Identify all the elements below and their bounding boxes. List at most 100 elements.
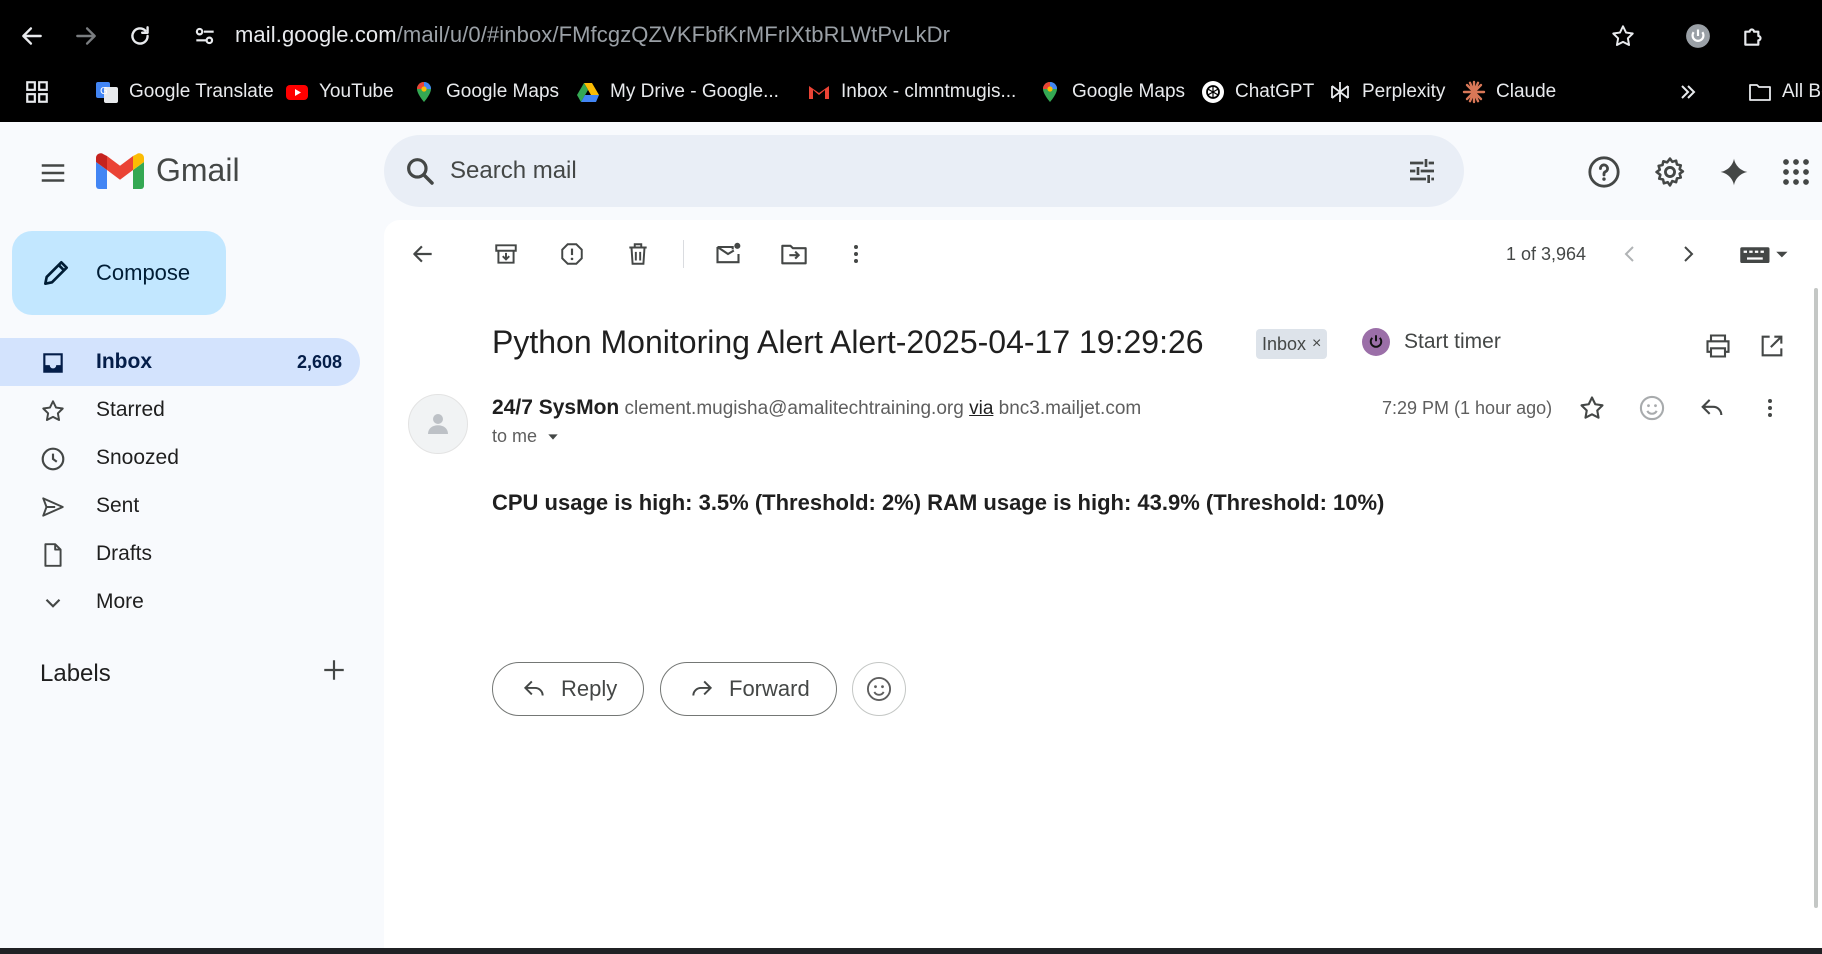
dropdown-caret-icon (548, 433, 558, 440)
bookmark-label: All Bo (1782, 81, 1822, 102)
pencil-icon (44, 261, 68, 285)
sidebar-item-snoozed[interactable]: Snoozed (0, 434, 360, 482)
bookmark-youtube[interactable]: YouTube (285, 72, 394, 112)
bookmark-google-maps-2[interactable]: Google Maps (1038, 72, 1185, 112)
open-new-window-icon[interactable] (1752, 326, 1792, 366)
move-to-icon[interactable] (774, 234, 814, 274)
recipient-text: to me (492, 426, 538, 446)
bookmark-google-translate[interactable]: G Google Translate (95, 72, 274, 112)
back-icon[interactable] (12, 16, 52, 56)
message-counter: 1 of 3,964 (1506, 244, 1587, 264)
recipient-details[interactable]: to me (492, 426, 561, 447)
extensions-icon[interactable] (1734, 16, 1774, 56)
sender-name: 24/7 SysMon (492, 396, 620, 419)
gmail-logo-icon (96, 152, 144, 189)
archive-icon[interactable] (486, 234, 526, 274)
delete-icon[interactable] (618, 234, 658, 274)
profile-icon[interactable] (1678, 16, 1718, 56)
pane-scrollbar[interactable] (1814, 288, 1818, 908)
remove-label-icon[interactable]: × (1312, 335, 1321, 353)
sidebar-item-more[interactable]: More (0, 578, 360, 626)
input-tools-keyboard-icon[interactable] (1730, 234, 1800, 274)
email-body: CPU usage is high: 3.5% (Threshold: 2%) … (492, 490, 1385, 515)
bookmark-label: My Drive - Google... (610, 81, 779, 102)
start-timer-label: Start timer (1404, 330, 1501, 353)
sidebar-item-label: Starred (96, 398, 165, 421)
mark-unread-icon[interactable] (708, 234, 748, 274)
sidebar-item-inbox[interactable]: Inbox 2,608 (0, 338, 360, 386)
reply-icon[interactable] (1692, 388, 1732, 428)
more-options-icon[interactable] (836, 234, 876, 274)
claude-icon (1462, 80, 1486, 104)
reload-icon[interactable] (120, 16, 160, 56)
apps-grid-icon[interactable] (24, 72, 50, 112)
forward-button[interactable]: Forward (660, 662, 837, 716)
forward-nav-icon[interactable] (66, 16, 106, 56)
emoji-reaction-button[interactable] (852, 662, 906, 716)
clock-icon (40, 446, 66, 472)
bookmark-label: Google Maps (1072, 81, 1186, 102)
newer-chevron-left-icon[interactable] (1610, 234, 1650, 274)
site-settings-icon[interactable] (185, 16, 225, 56)
sidebar-item-label: Drafts (96, 542, 153, 565)
bookmarks-overflow-icon[interactable] (1676, 72, 1700, 112)
google-apps-icon[interactable] (1774, 150, 1818, 194)
sidebar-item-label: More (96, 590, 144, 613)
gmail-icon (807, 80, 831, 104)
report-spam-icon[interactable] (552, 234, 592, 274)
bookmark-google-maps[interactable]: Google Maps (412, 72, 559, 112)
bookmark-inbox[interactable]: Inbox - clmntmugis... (807, 72, 1016, 112)
gmail-logo[interactable]: Gmail (96, 152, 240, 189)
start-timer-button[interactable]: Start timer (1362, 328, 1501, 356)
help-icon[interactable] (1582, 150, 1626, 194)
smiley-icon (866, 676, 892, 702)
bookmark-chatgpt[interactable]: ChatGPT (1201, 72, 1314, 112)
message-pane: 1 of 3,964 Python Monitoring Alert Alert… (384, 220, 1822, 948)
forward-arrow-icon (692, 680, 713, 696)
sender-line: 24/7 SysMon clement.mugisha@amalitechtra… (492, 396, 1141, 420)
sidebar-item-drafts[interactable]: Drafts (0, 530, 360, 578)
sidebar-item-label: Snoozed (96, 446, 179, 469)
label-chip-text: Inbox (1262, 333, 1307, 354)
search-input[interactable] (450, 135, 1350, 207)
sidebar-item-label: Sent (96, 494, 140, 517)
all-bookmarks-folder[interactable]: All Bo (1748, 72, 1822, 112)
bookmark-label: Google Maps (446, 81, 560, 102)
star-message-icon[interactable] (1572, 388, 1612, 428)
add-label-icon[interactable] (316, 652, 352, 688)
reply-button[interactable]: Reply (492, 662, 645, 716)
address-bar[interactable]: mail.google.com/mail/u/0/#inbox/FMfcgzQZ… (235, 22, 950, 48)
url-path: /mail/u/0/#inbox/FMfcgzQZVKFbfKrMFrlXtbR… (396, 22, 951, 47)
bookmark-my-drive[interactable]: My Drive - Google... (576, 72, 779, 112)
back-to-inbox-icon[interactable] (403, 234, 443, 274)
google-drive-icon (576, 80, 600, 104)
search-options-icon[interactable] (1406, 155, 1438, 187)
search-bar[interactable] (384, 135, 1464, 207)
gemini-sparkle-icon[interactable] (1712, 150, 1756, 194)
older-chevron-right-icon[interactable] (1668, 234, 1708, 274)
add-reaction-icon[interactable] (1632, 388, 1672, 428)
via-link[interactable]: via (969, 398, 993, 419)
sidebar-item-starred[interactable]: Starred (0, 386, 360, 434)
main-menu-icon[interactable] (30, 150, 76, 196)
via-domain: bnc3.mailjet.com (998, 398, 1142, 419)
labels-heading: Labels (40, 660, 111, 687)
label-chip-inbox[interactable]: Inbox × (1256, 329, 1328, 359)
compose-label: Compose (96, 260, 191, 285)
sidebar-item-sent[interactable]: Sent (0, 482, 360, 530)
bookmark-label: ChatGPT (1235, 81, 1315, 102)
gmail-app: Gmail Compose Inbox 2,608 Starred Sno (0, 122, 1822, 948)
perplexity-icon (1328, 80, 1352, 104)
bookmark-perplexity[interactable]: Perplexity (1328, 72, 1445, 112)
bookmark-claude[interactable]: Claude (1462, 72, 1556, 112)
message-more-icon[interactable] (1750, 388, 1790, 428)
bookmark-star-icon[interactable] (1603, 16, 1643, 56)
toolbar-divider (683, 240, 684, 268)
print-icon[interactable] (1698, 326, 1738, 366)
search-icon[interactable] (404, 155, 436, 187)
compose-button[interactable]: Compose (12, 231, 226, 315)
settings-gear-icon[interactable] (1648, 150, 1692, 194)
sender-avatar (408, 394, 468, 454)
google-maps-icon (1038, 80, 1062, 104)
forward-label: Forward (729, 676, 810, 701)
